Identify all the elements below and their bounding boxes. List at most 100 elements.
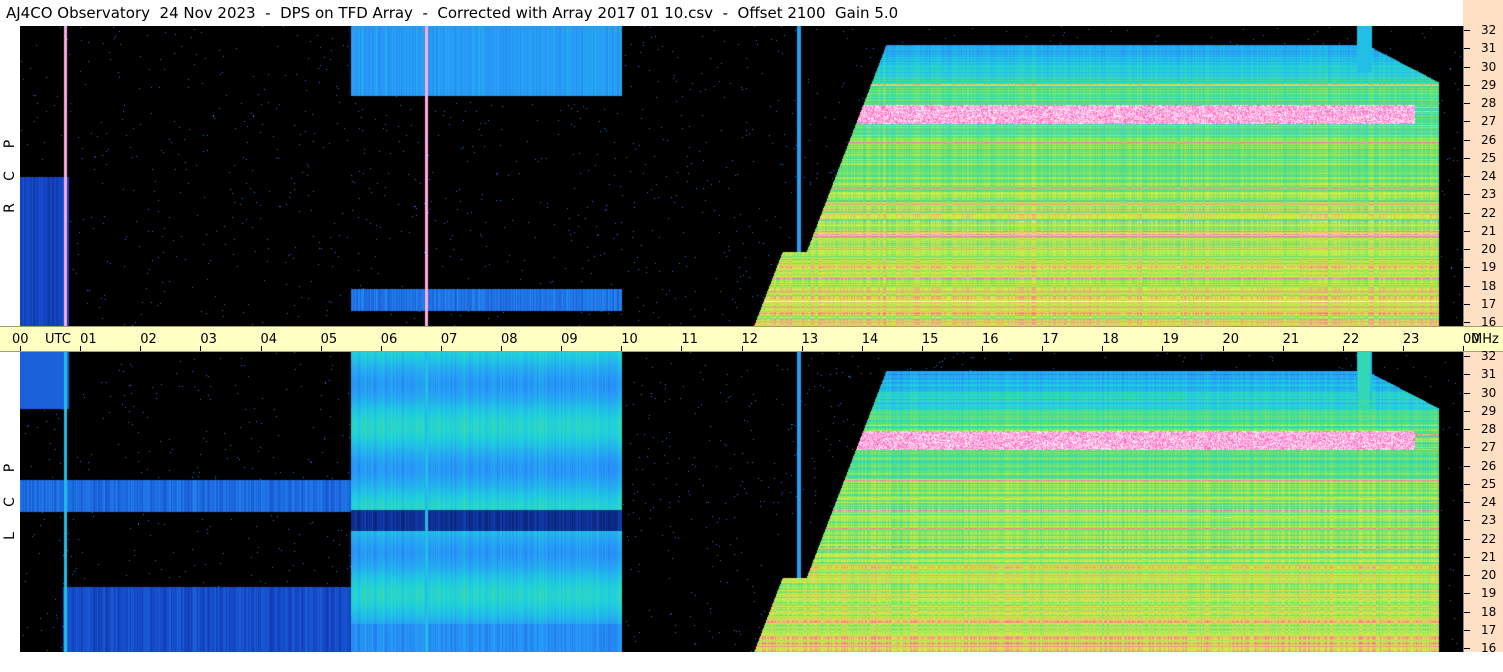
- frequency-tick-label: 30: [1481, 385, 1497, 400]
- frequency-tick-label: 23: [1481, 187, 1497, 202]
- frequency-tick: [1464, 66, 1470, 68]
- time-tick-label: 16: [982, 332, 999, 347]
- frequency-tick: [1464, 157, 1470, 159]
- lcp-letter-l: L: [2, 532, 18, 540]
- time-tick-label: 21: [1282, 332, 1300, 347]
- time-tick-label: 08: [501, 332, 518, 347]
- time-tick-label: 22: [1342, 332, 1360, 347]
- frequency-tick: [1464, 230, 1470, 232]
- frequency-tick-label: 22: [1481, 531, 1497, 546]
- time-tick-label: 10: [621, 332, 638, 347]
- lcp-spectrogram: [20, 352, 1463, 652]
- frequency-tick-label: 17: [1481, 296, 1497, 311]
- bottom-strip: [0, 652, 1503, 672]
- time-tick-label: 13: [801, 332, 819, 347]
- frequency-tick: [1464, 556, 1470, 558]
- frequency-tick: [1464, 103, 1470, 104]
- frequency-tick-label: 20: [1481, 568, 1497, 582]
- frequency-tick-label: 32: [1481, 23, 1497, 37]
- frequency-tick: [1464, 483, 1470, 485]
- frequency-tick: [1464, 465, 1470, 467]
- time-tick-label: 14: [861, 332, 879, 347]
- time-tick-label: 19: [1162, 332, 1179, 347]
- frequency-tick: [1464, 538, 1470, 540]
- time-tick-label: 00: [12, 332, 29, 347]
- frequency-tick: [1464, 356, 1470, 357]
- frequency-tick: [1464, 429, 1470, 430]
- frequency-tick-label: 28: [1481, 422, 1497, 436]
- chart-title: AJ4CO Observatory 24 Nov 2023 - DPS on T…: [6, 4, 899, 22]
- frequency-unit-label: MHz: [1471, 332, 1499, 347]
- frequency-tick: [1464, 212, 1470, 214]
- frequency-tick: [1464, 285, 1470, 287]
- time-axis: 00 UTC 01 02 03 04 05 06 07 08 09 10 11 12 13 14 15 16 17 1…: [0, 326, 1503, 352]
- frequency-tick-label: 21: [1481, 223, 1497, 238]
- lcp-spectrogram-canvas: [20, 352, 1463, 652]
- time-tick-label: 18: [1102, 332, 1119, 347]
- frequency-tick: [1464, 502, 1470, 503]
- frequency-tick: [1464, 629, 1470, 631]
- frequency-tick-label: 27: [1481, 114, 1497, 129]
- time-tick-label: 20: [1222, 332, 1240, 347]
- frequency-tick-label: 19: [1481, 586, 1497, 601]
- frequency-tick-label: 21: [1481, 549, 1497, 564]
- frequency-tick: [1464, 176, 1470, 177]
- frequency-tick-label: 30: [1481, 59, 1497, 74]
- frequency-tick: [1464, 410, 1470, 412]
- time-tick-label: 09: [561, 332, 578, 347]
- frequency-tick: [1464, 593, 1470, 595]
- frequency-tick-label: 29: [1481, 77, 1497, 92]
- frequency-tick: [1464, 48, 1470, 50]
- time-tick-label: 05: [320, 332, 338, 347]
- frequency-tick-label: 22: [1481, 205, 1497, 220]
- frequency-tick: [1464, 648, 1470, 649]
- lcp-letter-p: P: [2, 463, 18, 473]
- frequency-tick-label: 25: [1481, 476, 1497, 491]
- time-tick-label: 15: [921, 332, 939, 347]
- frequency-tick: [1464, 303, 1470, 305]
- lcp-frequency-axis: 32 31 30 29 28 27 26 25 24 23 22 21 20 19 18 17 16: [1463, 349, 1503, 655]
- frequency-tick-label: 26: [1481, 132, 1497, 147]
- frequency-tick-label: 18: [1481, 604, 1497, 619]
- frequency-tick: [1464, 194, 1470, 196]
- frequency-tick: [1464, 575, 1470, 576]
- frequency-tick: [1464, 121, 1470, 123]
- time-unit-label: UTC: [45, 332, 71, 347]
- time-tick-label: 06: [380, 332, 398, 347]
- frequency-tick: [1464, 322, 1470, 323]
- frequency-tick-label: 23: [1481, 513, 1497, 528]
- frequency-tick: [1464, 392, 1470, 394]
- frequency-tick-label: 32: [1481, 349, 1497, 363]
- frequency-tick: [1464, 520, 1470, 522]
- rcp-frequency-axis: 32 31 30 29 28 27 26 25 24 23 22 21 20 19 18 17 16: [1463, 23, 1503, 329]
- rcp-letter-p: P: [2, 139, 18, 149]
- time-tick-label: 07: [440, 332, 458, 347]
- time-tick-label: 12: [741, 332, 759, 347]
- frequency-tick-label: 17: [1481, 622, 1497, 637]
- time-tick-label: 17: [1042, 332, 1059, 347]
- frequency-tick: [1464, 374, 1470, 376]
- frequency-tick-label: 27: [1481, 440, 1497, 455]
- frequency-tick-label: 24: [1481, 169, 1497, 183]
- frequency-tick-label: 19: [1481, 260, 1497, 275]
- frequency-tick-label: 26: [1481, 458, 1497, 473]
- rcp-label-strip: P C R: [0, 26, 20, 326]
- frequency-tick: [1464, 267, 1470, 269]
- frequency-tick: [1464, 447, 1470, 449]
- rcp-letter-r: R: [2, 203, 18, 213]
- frequency-tick-label: 31: [1481, 367, 1497, 382]
- frequency-tick: [1464, 30, 1470, 31]
- lcp-letter-c: C: [2, 497, 18, 507]
- frequency-tick-label: 24: [1481, 495, 1497, 509]
- time-tick-label: 03: [200, 332, 217, 347]
- frequency-tick: [1464, 249, 1470, 250]
- time-tick-label: 01: [80, 332, 97, 347]
- rcp-spectrogram-canvas: [20, 26, 1463, 326]
- time-tick-label: 11: [681, 332, 698, 347]
- frequency-tick: [1464, 611, 1470, 613]
- frequency-tick-label: 18: [1481, 278, 1497, 293]
- frequency-tick-label: 20: [1481, 242, 1497, 256]
- frequency-tick-label: 28: [1481, 96, 1497, 110]
- time-tick-label: 02: [140, 332, 157, 347]
- frequency-tick-label: 16: [1481, 315, 1497, 329]
